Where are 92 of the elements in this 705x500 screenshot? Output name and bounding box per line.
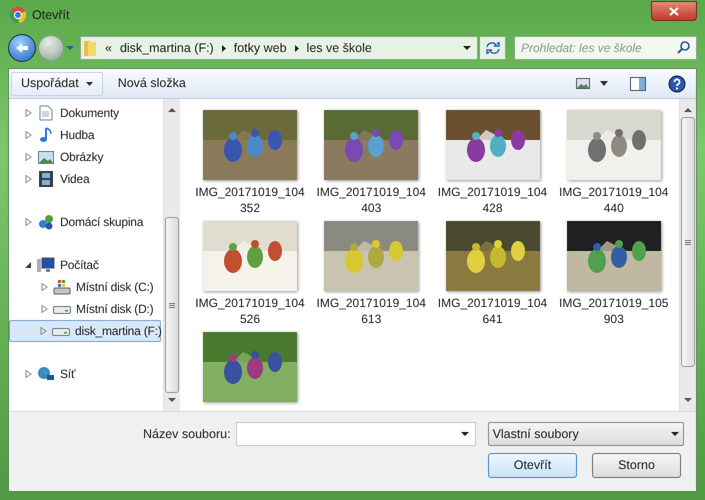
tree-item[interactable]: Síť [9, 363, 161, 385]
dropdown-arrow-icon[interactable] [463, 46, 471, 50]
file-name[interactable]: IMG_20171019_104613 [315, 295, 428, 327]
app-logo-icon [10, 7, 26, 23]
dropdown-arrow-icon[interactable] [460, 432, 469, 437]
scroll-up-icon[interactable] [684, 107, 692, 112]
refresh-icon [484, 42, 500, 54]
back-button[interactable] [8, 34, 36, 62]
cancel-button[interactable]: Storno [592, 453, 681, 478]
expand-arrow-icon[interactable] [40, 283, 48, 291]
tree-item[interactable]: Videa [9, 168, 161, 190]
tree-item-label: Místní disk (C:) [76, 279, 154, 296]
tree-item[interactable]: Dokumenty [9, 102, 161, 124]
file-name[interactable]: IMG_20171019_104403 [315, 184, 428, 216]
tree-item-label: Domácí skupina [60, 214, 144, 231]
tree-item-label: Obrázky [60, 149, 104, 166]
drive-icon [52, 326, 70, 336]
caret-icon[interactable] [600, 81, 608, 86]
scrollbar[interactable] [163, 99, 180, 411]
file-name[interactable]: IMG_20171019_104440 [558, 184, 670, 216]
tree-item-label: Hudba [60, 127, 94, 144]
search-icon [677, 41, 690, 54]
tree-item-label: Dokumenty [60, 105, 119, 122]
scroll-thumb[interactable] [681, 117, 695, 367]
expand-arrow-icon[interactable] [24, 370, 32, 378]
music-note-icon [39, 127, 53, 143]
breadcrumb-arrow-icon[interactable] [222, 44, 226, 52]
tree-item[interactable]: Počítač [9, 254, 161, 276]
breadcrumb-arrow-icon[interactable] [294, 44, 299, 52]
picture-icon [38, 150, 54, 164]
expand-arrow-icon[interactable] [24, 131, 32, 139]
address-bar[interactable]: « disk_martina (F:) fotky web les ve škole [80, 36, 478, 60]
filename-field[interactable] [236, 422, 476, 446]
caret-icon [86, 82, 93, 86]
open-button[interactable]: Otevřít [488, 453, 577, 478]
organize-button[interactable]: Uspořádat [11, 72, 103, 96]
file-type-select[interactable]: Vlastní soubory [488, 422, 684, 446]
expand-arrow-icon[interactable] [24, 109, 32, 117]
document-icon [39, 105, 53, 121]
breadcrumb[interactable]: « [105, 38, 112, 58]
filename-label: Název souboru: [143, 426, 231, 443]
drive-icon [53, 304, 71, 314]
tree-item[interactable]: Domácí skupina [9, 211, 161, 233]
expand-arrow-icon[interactable] [40, 327, 47, 335]
film-icon [39, 171, 53, 187]
tree-item[interactable]: Místní disk (D:) [9, 298, 161, 320]
tree-item-label: Místní disk (D:) [76, 301, 154, 318]
dropdown-arrow-icon [670, 432, 679, 436]
system-drive-icon [53, 279, 71, 295]
refresh-button[interactable] [480, 36, 506, 60]
scrollbar[interactable] [679, 99, 696, 411]
breadcrumb[interactable]: les ve škole [306, 38, 372, 58]
expand-arrow-icon[interactable] [24, 153, 32, 161]
window-title: Otevřít [32, 6, 70, 24]
tree-item[interactable]: Hudba [9, 124, 161, 146]
tree-item-label: Síť [60, 366, 76, 383]
scroll-down-icon[interactable] [168, 398, 176, 403]
expand-arrow-icon[interactable] [40, 305, 48, 313]
collapse-arrow-icon[interactable] [24, 261, 32, 269]
tree-item[interactable]: disk_martina (F:) [9, 320, 161, 342]
new-folder-button[interactable]: Nová složka [102, 72, 201, 96]
grip-icon [685, 240, 691, 244]
tree-item-label: Videa [60, 171, 90, 188]
file-name[interactable]: IMG_20171019_105903 [558, 295, 670, 327]
view-picture-icon[interactable] [576, 78, 590, 89]
history-dropdown-icon[interactable] [66, 46, 74, 50]
globe-network-icon [37, 366, 55, 382]
close-button[interactable] [651, 1, 697, 21]
preview-pane-icon[interactable] [630, 76, 646, 90]
computer-icon [37, 257, 55, 273]
help-icon[interactable] [668, 74, 686, 92]
expand-arrow-icon[interactable] [24, 218, 32, 226]
file-name[interactable]: IMG_20171019_104428 [436, 184, 548, 216]
file-name[interactable]: IMG_20171019_104352 [194, 184, 306, 216]
breadcrumb[interactable]: disk_martina (F:) [120, 38, 214, 58]
grip-icon [169, 302, 175, 308]
people-group-icon [38, 214, 54, 230]
tree-item[interactable]: Místní disk (C:) [9, 276, 161, 298]
search-field[interactable]: Prohledat: les ve škole [514, 36, 697, 60]
tree-item-label: Počítač [60, 257, 99, 274]
back-arrow-icon [15, 42, 29, 54]
file-name[interactable]: IMG_20171019_104641 [436, 295, 548, 327]
breadcrumb[interactable]: fotky web [234, 38, 287, 58]
scroll-thumb[interactable] [165, 217, 179, 393]
scroll-down-icon[interactable] [684, 398, 692, 403]
close-icon [669, 6, 679, 16]
expand-arrow-icon[interactable] [24, 175, 32, 183]
scroll-up-icon[interactable] [168, 107, 176, 112]
tree-item[interactable]: Obrázky [9, 146, 161, 168]
tree-item-label: disk_martina (F:) [75, 323, 162, 340]
folder-icon [83, 39, 97, 57]
file-name[interactable]: IMG_20171019_104526 [194, 295, 306, 327]
